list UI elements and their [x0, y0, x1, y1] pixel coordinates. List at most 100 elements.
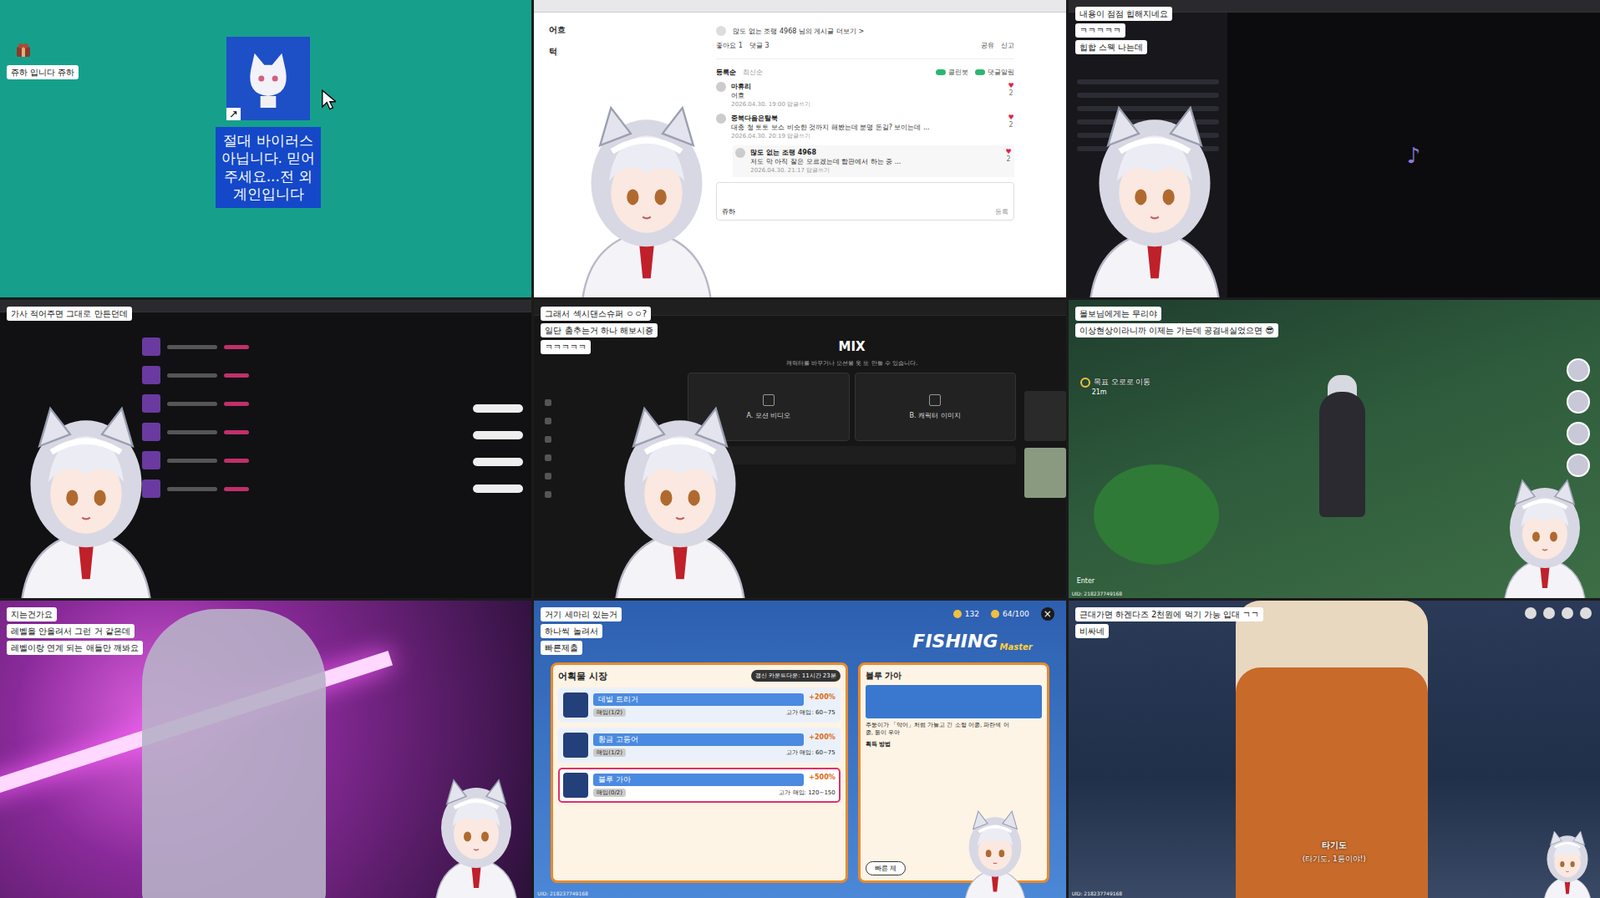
- video-tile[interactable]: 거기 세마리 있는거하나씩 놀려서빠른제출 13264/100 × FISHIN…: [533, 600, 1066, 898]
- vtuber-avatar-icon: [6, 404, 166, 599]
- chat-bubble: [472, 484, 524, 493]
- quest-tracker[interactable]: 목표 오로로 이동: [1080, 376, 1152, 388]
- comment: 마휴리 어흐 2026.04.30. 19:00 답글쓰기 ♥2: [716, 81, 1014, 109]
- caption-list: 내용이 점점 힙해지네요 ㅋㅋㅋㅋㅋ 힙합 스웩 나는데: [1075, 6, 1173, 55]
- upload-icon: [929, 394, 941, 407]
- caption: ㅋㅋㅋㅋㅋ: [540, 340, 591, 355]
- caption: 힙합 스웩 나는데: [1075, 40, 1148, 55]
- toggle[interactable]: 클린봇: [935, 67, 969, 77]
- fish-item[interactable]: 황금 고등어+200% 매입(1/2)고가 매입: 60~75: [558, 727, 840, 763]
- post-action[interactable]: 신고: [1000, 40, 1015, 51]
- close-button[interactable]: ×: [1041, 607, 1055, 621]
- caption-list: 쥬하 입니다 쥬하: [6, 65, 79, 80]
- side-label[interactable]: 어흐: [548, 24, 591, 36]
- author-link[interactable]: 많도 없는 조랭 4968 님의 게시글 더보기 >: [732, 26, 864, 36]
- dialogue: 타기도 (타기도, 1등이야!): [1068, 839, 1600, 865]
- uid: UID: 218237749168: [1071, 590, 1123, 597]
- caption-list: 가사 적어주면 그대로 만든던데: [6, 306, 133, 321]
- sort-option[interactable]: 최신순: [742, 67, 763, 77]
- cat-icon: [238, 49, 298, 108]
- desktop-file[interactable]: ↗ 절대 바이러스 아닙니다. 믿어 주세요...전 외계인입니다: [215, 36, 321, 209]
- chat-panel: [406, 337, 524, 598]
- post-stat[interactable]: 좋아요 1: [716, 40, 743, 51]
- gift-icon[interactable]: [15, 41, 32, 59]
- caption: 비싸네: [1075, 624, 1109, 639]
- thumbnail-grid: 쥬하 입니다 쥬하 ↗ 절대 바이러스 아닙니다. 믿어 주세요...전 외계인…: [0, 0, 1600, 898]
- fish-icon: [563, 732, 589, 758]
- user-avatar-icon: [716, 81, 727, 92]
- video-tile[interactable]: 지는건가요레벨을 안올려서 그런 거 같은데레벨이랑 연계 되는 애들만 깨봐요: [0, 600, 532, 898]
- like-button[interactable]: ♥2: [1007, 113, 1014, 129]
- like-button[interactable]: ♥2: [1007, 81, 1014, 97]
- caption: 몰보님에게는 무리야: [1075, 306, 1162, 321]
- video-tile[interactable]: 몰보님에게는 무리야이상현상이라니까 이제는 가는데 공겸내실었으면 😎 목표 …: [1068, 299, 1600, 598]
- board-sidebar: 어흐턱: [533, 12, 591, 298]
- party-list: [1566, 358, 1590, 478]
- video-tile[interactable]: 어흐턱 많도 없는 조랭 4968 님의 게시글 더보기 > 좋아요 1 댓글 3…: [533, 0, 1066, 298]
- caption: 빠른제출: [540, 640, 583, 656]
- caption: 내용이 점점 힙해지네요: [1075, 6, 1173, 21]
- post-stat[interactable]: 댓글 3: [749, 40, 770, 51]
- track-row[interactable]: [142, 422, 390, 442]
- fish-item[interactable]: 블루 가아+500% 매입(0/2)고가 매입: 120~150: [558, 767, 840, 803]
- comment: 중복다음은탈북 대충 청 토토 보스 비슷한 것까지 해봤는데 분명 돈길? 보…: [716, 113, 1014, 141]
- browser-bar: [533, 0, 1066, 13]
- placeholder-line: [1076, 92, 1220, 98]
- vtuber-avatar-icon: [1494, 477, 1595, 599]
- fish-icon: [563, 772, 589, 798]
- vtuber-avatar-icon: [957, 809, 1033, 898]
- mix-title: MIX: [838, 339, 865, 355]
- market-panel: 어획물 시장갱신 카운트다운: 11시간 23분 데빌 트리거+200% 매입(…: [550, 662, 848, 884]
- fish-image: [865, 685, 1042, 719]
- track-row[interactable]: [142, 365, 390, 385]
- sort-option[interactable]: 등록순: [716, 67, 737, 77]
- fish-icon: [563, 692, 589, 718]
- toggle[interactable]: 댓글알림: [975, 67, 1015, 77]
- cutscene-character: [142, 609, 326, 898]
- vtuber-avatar-icon: [567, 103, 727, 298]
- currency: 64/100: [990, 609, 1030, 619]
- placeholder-line: [1076, 106, 1220, 112]
- track-row[interactable]: [142, 394, 390, 413]
- comment-input[interactable]: 쥬하 등록: [716, 182, 1014, 221]
- chat-button[interactable]: Enter: [1076, 577, 1095, 585]
- caption: ㅋㅋㅋㅋㅋ: [1075, 23, 1126, 38]
- caption-list: 그래서 섹시댄스슈퍼 ㅇㅇ? 일단 춤추는거 하나 해보시죵 ㅋㅋㅋㅋㅋ: [540, 306, 658, 355]
- caption: 일단 춤추는거 하나 해보시죵: [540, 323, 658, 338]
- caption: 거기 세마리 있는거: [540, 607, 621, 622]
- side-label[interactable]: 턱: [548, 45, 591, 58]
- placeholder-line: [1076, 79, 1220, 85]
- menu-icons: [1524, 607, 1592, 620]
- vtuber-avatar-icon: [426, 777, 527, 898]
- video-tile[interactable]: MIX 캐릭터를 바꾸거나 모션을 옷 또 만들 수 있습니다. A. 모션 비…: [533, 299, 1066, 598]
- chat-bubble: [472, 404, 524, 413]
- track-row[interactable]: [142, 479, 390, 498]
- caption: 이상현상이라니까 이제는 가는데 공겸내실었으면 😎: [1075, 323, 1279, 338]
- caption: 그래서 섹시댄스슈퍼 ㅇㅇ?: [540, 306, 651, 321]
- vtuber-avatar-icon: [1075, 103, 1235, 298]
- caption: 지는건가요: [6, 607, 57, 622]
- post-action[interactable]: 공유: [980, 40, 995, 51]
- file-label: 절대 바이러스 아닙니다. 믿어 주세요...전 외계인입니다: [215, 126, 321, 209]
- user-avatar-icon: [735, 147, 746, 158]
- comment: 많도 없는 조랭 4968 저도 막 아직 잘은 모르겠는데 합판에서 하는 중…: [732, 145, 1014, 178]
- video-tile[interactable]: 쥬하 입니다 쥬하 ↗ 절대 바이러스 아닙니다. 믿어 주세요...전 외계인…: [0, 0, 532, 298]
- currency: 132: [953, 609, 980, 619]
- submit-button[interactable]: 등록: [995, 207, 1009, 217]
- caption-list: 지는건가요레벨을 안올려서 그런 거 같은데레벨이랑 연계 되는 애들만 깨봐요: [6, 607, 143, 656]
- fish-item[interactable]: 데빌 트리거+200% 매입(1/2)고가 매입: 60~75: [558, 687, 840, 723]
- quick-submit-button[interactable]: 빠른 제: [865, 861, 907, 876]
- video-tile[interactable]: 근대가면 하겐다즈 2천원에 먹기 가능 입대 ㄱㄱ비싸네 타기도 (타기도, …: [1068, 600, 1600, 898]
- track-row[interactable]: [142, 337, 390, 356]
- user-avatar-icon: [716, 113, 727, 124]
- like-button[interactable]: ♥2: [1005, 147, 1011, 163]
- options-bar: [687, 446, 1016, 465]
- video-tile[interactable]: 가사 적어주면 그대로 만든던데: [0, 299, 532, 598]
- chat-bubble: [472, 431, 524, 440]
- vtuber-avatar-icon: [1538, 829, 1597, 898]
- video-tile[interactable]: ♪ 내용이 점점 힙해지네요ㅋㅋㅋㅋㅋ힙합 스웩 나는데: [1068, 0, 1600, 298]
- bush: [1093, 464, 1220, 565]
- track-row[interactable]: [142, 451, 390, 470]
- caption: 가사 적어주면 그대로 만든던데: [6, 306, 133, 321]
- upload-card[interactable]: B. 캐릭터 이미지: [854, 372, 1016, 442]
